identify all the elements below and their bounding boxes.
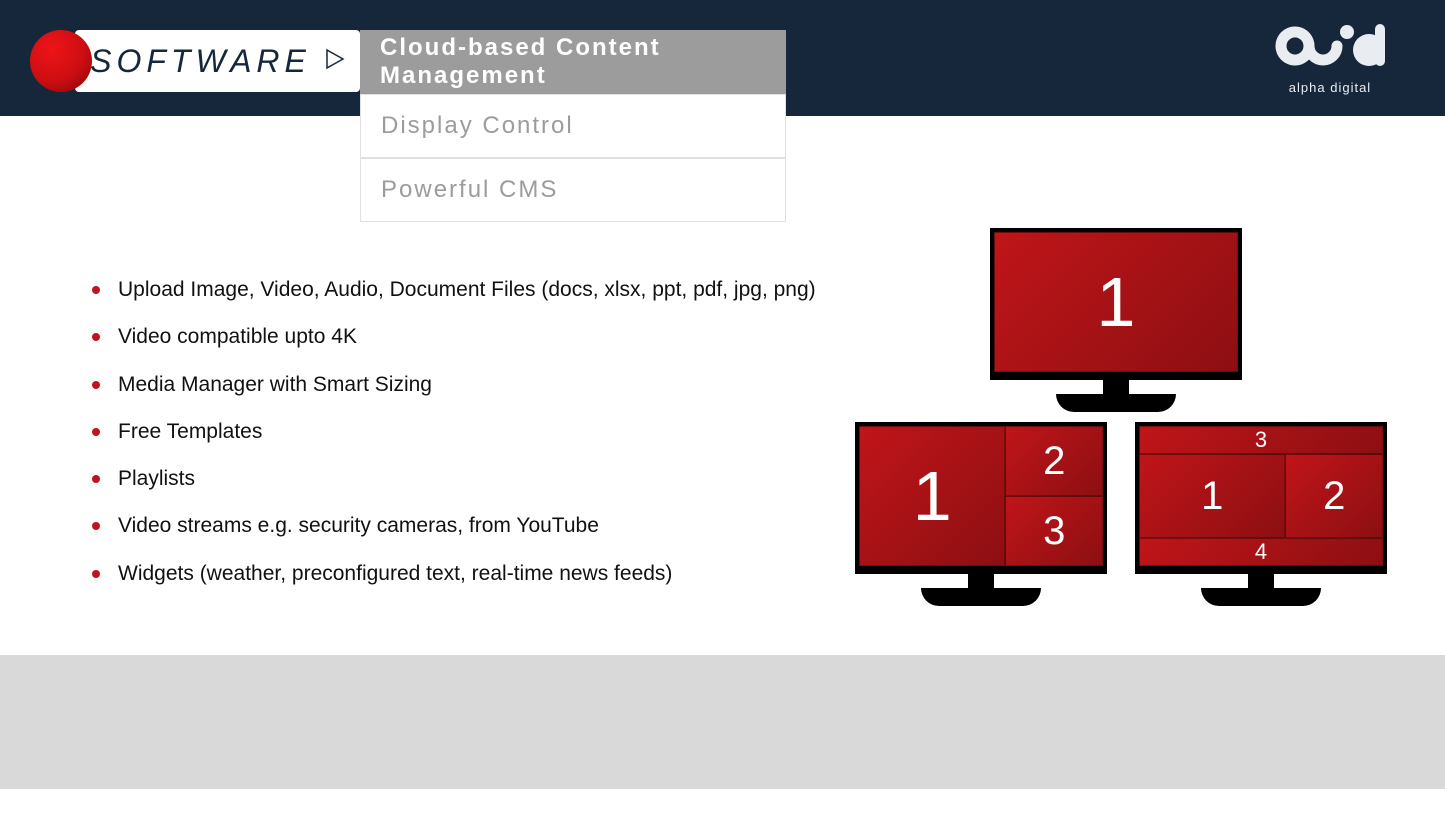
monitor-four-zone: 3 1 2 4: [1135, 422, 1387, 606]
feature-item: Upload Image, Video, Audio, Document Fil…: [92, 276, 892, 303]
footer-band: [0, 655, 1445, 789]
zone-label: 4: [1139, 538, 1383, 566]
alpha-digital-logo-icon: [1275, 18, 1385, 76]
zone-label: 3: [1139, 426, 1383, 454]
brand-logo: alpha digital: [1275, 18, 1385, 95]
monitor-three-zone: 1 2 3: [855, 422, 1107, 606]
zone-label: 1: [859, 426, 1005, 566]
zone-label: 2: [1285, 454, 1383, 538]
feature-item: Free Templates: [92, 418, 892, 445]
section-pill-label: SOFTWARE: [90, 43, 311, 80]
feature-item: Playlists: [92, 465, 892, 492]
zone-label: 1: [1139, 454, 1285, 538]
feature-item: Media Manager with Smart Sizing: [92, 371, 892, 398]
zone-label: 3: [1005, 496, 1103, 566]
red-dot-icon: [30, 30, 92, 92]
feature-item: Video streams e.g. security cameras, fro…: [92, 512, 892, 539]
zone-label: 2: [1005, 426, 1103, 496]
feature-item: Widgets (weather, preconfigured text, re…: [92, 560, 892, 587]
zone-label: 1: [994, 232, 1238, 372]
submenu-item-cloud-cms[interactable]: Cloud-based Content Management: [360, 30, 786, 94]
section-pill-software[interactable]: SOFTWARE: [75, 30, 360, 92]
feature-item: Video compatible upto 4K: [92, 323, 892, 350]
submenu-item-powerful-cms[interactable]: Powerful CMS: [360, 158, 786, 222]
monitor-single-zone: 1: [990, 228, 1242, 412]
top-bar: SOFTWARE Cloud-based Content Management …: [0, 0, 1445, 116]
feature-list: Upload Image, Video, Audio, Document Fil…: [92, 276, 892, 607]
brand-tagline: alpha digital: [1275, 80, 1385, 95]
play-triangle-icon: [325, 48, 345, 75]
submenu-item-display-control[interactable]: Display Control: [360, 94, 786, 158]
submenu: Cloud-based Content Management Display C…: [360, 30, 786, 222]
